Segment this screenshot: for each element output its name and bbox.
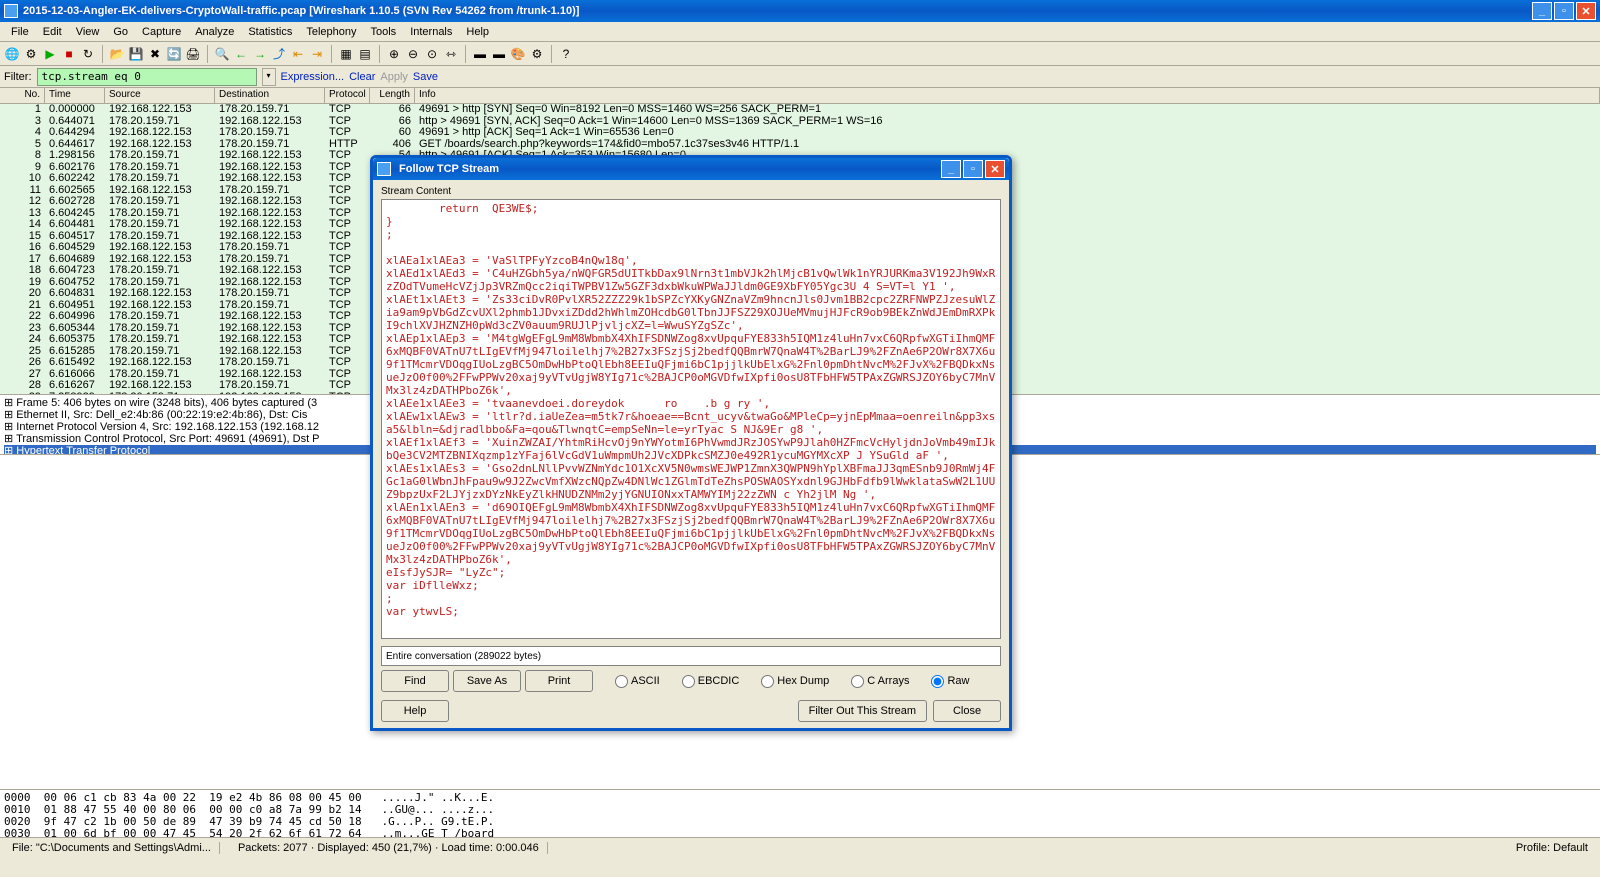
restart-icon[interactable]: ↻ xyxy=(80,46,96,62)
statusbar: File: "C:\Documents and Settings\Admi...… xyxy=(0,837,1600,857)
apply-button[interactable]: Apply xyxy=(380,71,408,83)
column-header[interactable]: Source xyxy=(105,88,215,103)
column-header[interactable]: Time xyxy=(45,88,105,103)
status-profile: Profile: Default xyxy=(1508,842,1596,854)
zoom-in-icon[interactable]: ⊕ xyxy=(386,46,402,62)
last-icon[interactable]: ⇥ xyxy=(309,46,325,62)
options-icon[interactable]: ⚙ xyxy=(23,46,39,62)
coloring-rules-icon[interactable]: 🎨 xyxy=(510,46,526,62)
packet-row[interactable]: 10.000000192.168.122.153178.20.159.71TCP… xyxy=(0,104,1600,116)
hex-dump-pane[interactable]: 0000 00 06 c1 cb 83 4a 00 22 19 e2 4b 86… xyxy=(0,789,1600,837)
help-button[interactable]: Help xyxy=(381,700,449,722)
toolbar: 🌐 ⚙ ▶ ■ ↻ 📂 💾 ✖ 🔄 🖨 🔍 ← → ⤴ ⇤ ⇥ ▦ ▤ ⊕ ⊖ … xyxy=(0,42,1600,66)
menu-tools[interactable]: Tools xyxy=(364,24,404,40)
prefs-icon[interactable]: ⚙ xyxy=(529,46,545,62)
zoom-out-icon[interactable]: ⊖ xyxy=(405,46,421,62)
prev-icon[interactable]: ← xyxy=(233,46,249,62)
open-icon[interactable]: 📂 xyxy=(109,46,125,62)
start-capture-icon[interactable]: ▶ xyxy=(42,46,58,62)
menu-internals[interactable]: Internals xyxy=(403,24,459,40)
status-file: File: "C:\Documents and Settings\Admi... xyxy=(4,842,220,854)
format-row: Find Save As Print ASCII EBCDIC Hex Dump… xyxy=(381,670,1001,692)
find-button[interactable]: Find xyxy=(381,670,449,692)
display-filters-icon[interactable]: ▬ xyxy=(491,46,507,62)
find-icon[interactable]: 🔍 xyxy=(214,46,230,62)
app-icon xyxy=(4,4,18,18)
help-icon[interactable]: ? xyxy=(558,46,574,62)
radio-raw[interactable]: Raw xyxy=(931,675,969,688)
first-icon[interactable]: ⇤ xyxy=(290,46,306,62)
menu-edit[interactable]: Edit xyxy=(36,24,69,40)
resize-cols-icon[interactable]: ⇿ xyxy=(443,46,459,62)
packet-row[interactable]: 50.644617192.168.122.153178.20.159.71HTT… xyxy=(0,139,1600,151)
wireshark-icon xyxy=(377,162,391,176)
radio-ascii[interactable]: ASCII xyxy=(615,675,660,688)
clear-button[interactable]: Clear xyxy=(349,71,375,83)
maximize-button[interactable]: ▫ xyxy=(1554,2,1574,20)
filter-label: Filter: xyxy=(4,71,32,83)
conversation-select[interactable] xyxy=(381,646,1001,666)
close-button[interactable]: ✕ xyxy=(1576,2,1596,20)
titlebar: 2015-12-03-Angler-EK-delivers-CryptoWall… xyxy=(0,0,1600,22)
dialog-minimize-button[interactable]: _ xyxy=(941,160,961,178)
filterbar: Filter: ▾ Expression... Clear Apply Save xyxy=(0,66,1600,88)
follow-tcp-stream-dialog: Follow TCP Stream _ ▫ ✕ Stream Content F… xyxy=(370,155,1012,731)
column-header[interactable]: Destination xyxy=(215,88,325,103)
autoscroll-icon[interactable]: ▤ xyxy=(357,46,373,62)
stop-capture-icon[interactable]: ■ xyxy=(61,46,77,62)
minimize-button[interactable]: _ xyxy=(1532,2,1552,20)
column-header[interactable]: No. xyxy=(0,88,45,103)
goto-icon[interactable]: ⤴ xyxy=(271,46,287,62)
menu-help[interactable]: Help xyxy=(459,24,496,40)
close-file-icon[interactable]: ✖ xyxy=(147,46,163,62)
dialog-titlebar: Follow TCP Stream _ ▫ ✕ xyxy=(373,158,1009,180)
packet-row[interactable]: 40.644294192.168.122.153178.20.159.71TCP… xyxy=(0,127,1600,139)
column-header[interactable]: Protocol xyxy=(325,88,370,103)
next-icon[interactable]: → xyxy=(252,46,268,62)
menu-capture[interactable]: Capture xyxy=(135,24,188,40)
expression-button[interactable]: Expression... xyxy=(281,71,345,83)
radio-carrays[interactable]: C Arrays xyxy=(851,675,909,688)
menu-statistics[interactable]: Statistics xyxy=(241,24,299,40)
menu-analyze[interactable]: Analyze xyxy=(188,24,241,40)
interfaces-icon[interactable]: 🌐 xyxy=(4,46,20,62)
print-icon[interactable]: 🖨 xyxy=(185,46,201,62)
colorize-icon[interactable]: ▦ xyxy=(338,46,354,62)
save-icon[interactable]: 💾 xyxy=(128,46,144,62)
save-as-button[interactable]: Save As xyxy=(453,670,521,692)
menubar: FileEditViewGoCaptureAnalyzeStatisticsTe… xyxy=(0,22,1600,42)
radio-hexdump[interactable]: Hex Dump xyxy=(761,675,829,688)
stream-content-label: Stream Content xyxy=(381,186,1001,197)
filter-dropdown-icon[interactable]: ▾ xyxy=(262,68,276,86)
filter-out-stream-button[interactable]: Filter Out This Stream xyxy=(798,700,927,722)
reload-icon[interactable]: 🔄 xyxy=(166,46,182,62)
print-button[interactable]: Print xyxy=(525,670,593,692)
packet-row[interactable]: 30.644071178.20.159.71192.168.122.153TCP… xyxy=(0,116,1600,128)
column-header[interactable]: Length xyxy=(370,88,415,103)
dialog-close-button[interactable]: ✕ xyxy=(985,160,1005,178)
close-dialog-button[interactable]: Close xyxy=(933,700,1001,722)
packet-list-header: No.TimeSourceDestinationProtocolLengthIn… xyxy=(0,88,1600,104)
window-title: 2015-12-03-Angler-EK-delivers-CryptoWall… xyxy=(23,5,1532,17)
capture-filters-icon[interactable]: ▬ xyxy=(472,46,488,62)
zoom-reset-icon[interactable]: ⊙ xyxy=(424,46,440,62)
radio-ebcdic[interactable]: EBCDIC xyxy=(682,675,740,688)
menu-view[interactable]: View xyxy=(69,24,107,40)
menu-go[interactable]: Go xyxy=(106,24,135,40)
dialog-maximize-button[interactable]: ▫ xyxy=(963,160,983,178)
column-header[interactable]: Info xyxy=(415,88,1600,103)
save-filter-button[interactable]: Save xyxy=(413,71,438,83)
status-packets: Packets: 2077 · Displayed: 450 (21,7%) ·… xyxy=(230,842,548,854)
dialog-title: Follow TCP Stream xyxy=(395,163,941,175)
menu-file[interactable]: File xyxy=(4,24,36,40)
stream-content-textarea[interactable] xyxy=(381,199,1001,639)
menu-telephony[interactable]: Telephony xyxy=(299,24,363,40)
filter-input[interactable] xyxy=(37,68,257,86)
